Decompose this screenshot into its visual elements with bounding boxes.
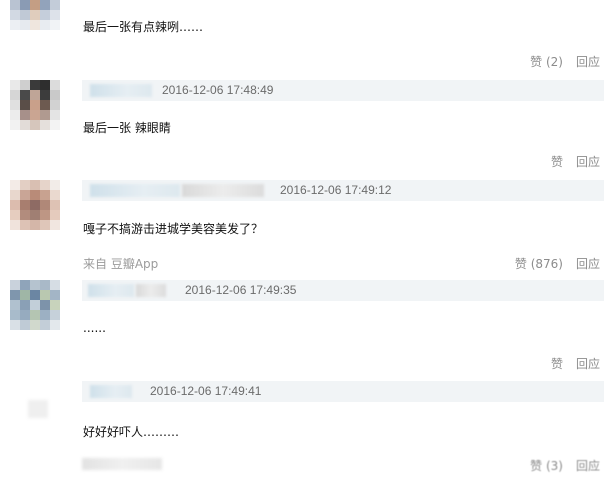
comment-actions: 赞回应 — [551, 355, 600, 372]
comment-header: 2016-12-06 17:49:12 — [82, 180, 604, 201]
username[interactable] — [90, 385, 132, 398]
comment-header: 2016-12-06 17:49:41 — [82, 381, 604, 402]
comment-header: 2016-12-06 17:49:35 — [82, 280, 604, 301]
comment-item: 最后一张有点辣咧…… 赞 (2) 回应 — [0, 0, 606, 75]
comment-source: 来自 豆瓣App — [83, 257, 159, 271]
timestamp: 2016-12-06 17:49:12 — [280, 183, 392, 197]
avatar[interactable] — [10, 80, 60, 130]
comment-actions: 赞回应 — [551, 153, 600, 170]
comment-text: 好好好吓人……… — [83, 425, 180, 439]
reply-button[interactable]: 回应 — [576, 55, 600, 69]
reply-button[interactable]: 回应 — [576, 155, 600, 169]
comment-source — [82, 458, 162, 470]
username[interactable] — [90, 184, 180, 197]
like-button[interactable]: 赞 (876) — [515, 257, 563, 271]
comment-header: 2016-12-06 17:48:49 — [82, 80, 604, 101]
comment-item: 2016-12-06 17:49:35 ...... 赞回应 — [0, 278, 606, 378]
username-suffix — [182, 184, 264, 197]
reply-button[interactable]: 回应 — [576, 257, 600, 271]
timestamp: 2016-12-06 17:48:49 — [162, 83, 274, 97]
username[interactable] — [90, 84, 152, 97]
avatar[interactable] — [10, 0, 60, 30]
comment-item: 2016-12-06 17:49:41 好好好吓人……… 赞 (3) 回应 — [0, 378, 606, 482]
timestamp: 2016-12-06 17:49:41 — [150, 384, 262, 398]
comment-actions: 赞 (876) 回应 — [515, 255, 600, 272]
reply-button[interactable]: 回应 — [576, 357, 600, 371]
like-button[interactable]: 赞 (2) — [530, 55, 563, 69]
comment-actions: 赞 (2) 回应 — [530, 53, 600, 70]
reply-button[interactable]: 回应 — [576, 459, 600, 473]
comment-text: 嘎子不搞游击进城学美容美发了？ — [83, 222, 264, 236]
comment-actions: 赞 (3) 回应 — [530, 457, 600, 474]
comment-text: 最后一张 辣眼睛 — [83, 121, 171, 135]
like-button[interactable]: 赞 — [551, 357, 563, 371]
timestamp: 2016-12-06 17:49:35 — [185, 283, 297, 297]
like-button[interactable]: 赞 (3) — [530, 459, 563, 473]
comment-text: 最后一张有点辣咧…… — [83, 20, 204, 34]
comment-text: ...... — [83, 321, 106, 335]
avatar[interactable] — [10, 280, 60, 330]
username[interactable] — [88, 284, 134, 297]
like-button[interactable]: 赞 — [551, 155, 563, 169]
username-suffix — [136, 284, 166, 297]
comment-item: 2016-12-06 17:49:12 嘎子不搞游击进城学美容美发了？ 来自 豆… — [0, 178, 606, 278]
comment-item: 2016-12-06 17:48:49 最后一张 辣眼睛 赞回应 — [0, 78, 606, 178]
avatar[interactable] — [28, 400, 48, 418]
avatar[interactable] — [10, 180, 60, 230]
